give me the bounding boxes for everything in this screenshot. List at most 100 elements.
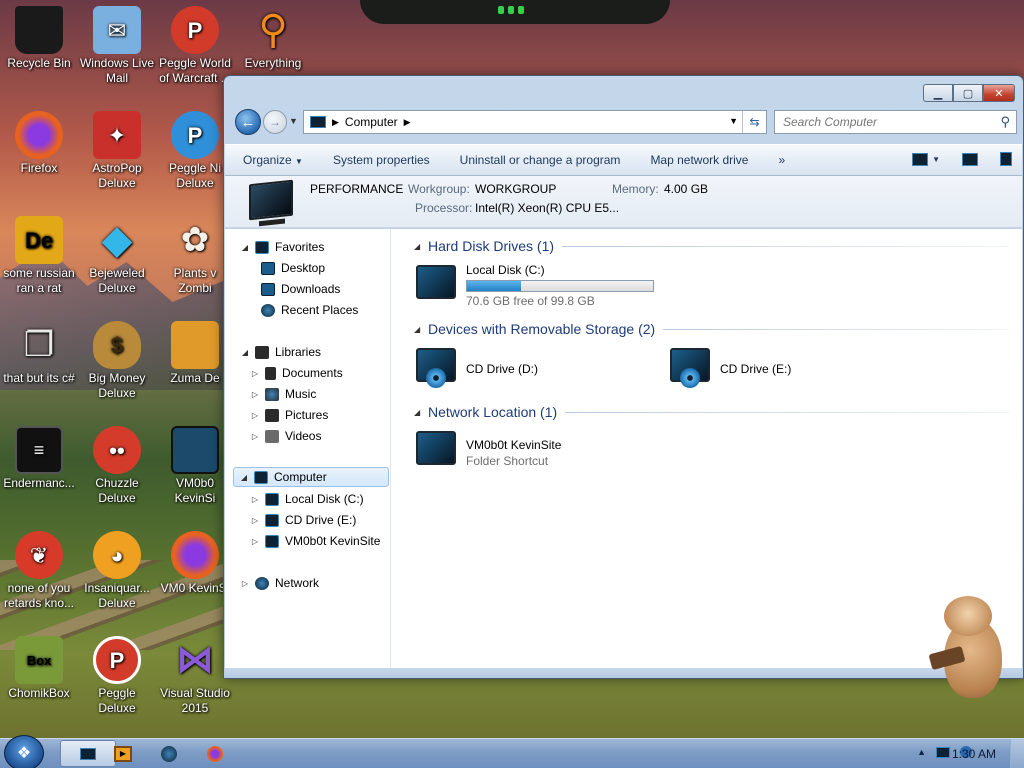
- desktop-icon-peggle-deluxe[interactable]: P Peggle Deluxe: [78, 632, 156, 716]
- nav-recent-places[interactable]: Recent Places: [261, 300, 358, 320]
- desktop-icon-firefox[interactable]: Firefox: [0, 107, 78, 176]
- collapsed-arrow-icon[interactable]: ▷: [251, 495, 259, 504]
- nav-pictures[interactable]: ▷ Pictures: [251, 405, 328, 425]
- address-dropdown-icon[interactable]: ▼: [729, 116, 738, 126]
- libraries-icon: [255, 345, 269, 359]
- desktop-icon-endermanc[interactable]: ≡ Endermanc...: [0, 422, 78, 491]
- collapsed-arrow-icon[interactable]: ▷: [251, 516, 259, 525]
- collapsed-arrow-icon[interactable]: ▷: [251, 537, 259, 546]
- desktop-icon-everything[interactable]: ⚲ Everything: [234, 2, 312, 71]
- change-view-icon[interactable]: [912, 152, 929, 166]
- nav-libraries[interactable]: ◢ Libraries: [241, 342, 321, 362]
- search-box[interactable]: ⚲: [774, 110, 1017, 134]
- expanded-arrow-icon[interactable]: ◢: [241, 348, 249, 357]
- desktop-icon-chomikbox[interactable]: Box ChomikBox: [0, 632, 78, 701]
- close-button[interactable]: ✕: [983, 84, 1015, 102]
- refresh-icon[interactable]: ⇆: [742, 111, 766, 133]
- desktop-icon-label: some russian ran a rat: [3, 266, 75, 295]
- monitor-tray-icon[interactable]: [936, 746, 950, 758]
- collapsed-arrow-icon[interactable]: ▷: [251, 390, 259, 399]
- minimize-button[interactable]: ▁: [923, 84, 953, 102]
- breadcrumb-separator-icon[interactable]: ▶: [404, 117, 411, 128]
- organize-button[interactable]: Organize ▼: [243, 153, 303, 167]
- preview-pane-icon[interactable]: [962, 152, 978, 166]
- desktop-icon-recycle-bin[interactable]: Recycle Bin: [0, 2, 78, 71]
- map-network-drive-button[interactable]: Map network drive: [650, 153, 748, 167]
- desktop-icon-windows-live-mail[interactable]: ✉ Windows Live Mail: [78, 2, 156, 86]
- expanded-arrow-icon[interactable]: ◢: [240, 473, 248, 482]
- desktop-icon-big-money[interactable]: $ Big Money Deluxe: [78, 317, 156, 401]
- organize-label: Organize: [243, 153, 292, 167]
- desktop-icon-peggle-wow[interactable]: P Peggle World of Warcraft ...: [156, 2, 234, 86]
- desktop-icon-label: ChomikBox: [8, 686, 70, 700]
- nav-local-disk[interactable]: ▷ Local Disk (C:): [251, 489, 364, 509]
- show-desktop-button[interactable]: [1010, 739, 1024, 768]
- workgroup-label: Workgroup:: [408, 182, 470, 196]
- collapsed-arrow-icon[interactable]: ▷: [241, 579, 249, 588]
- nav-downloads[interactable]: Downloads: [261, 279, 340, 299]
- chevron-down-icon[interactable]: ▼: [932, 155, 940, 164]
- group-title: Network Location (1): [428, 404, 558, 420]
- collapsed-arrow-icon[interactable]: ▷: [251, 432, 259, 441]
- address-bar[interactable]: ▶ Computer ▶ ▼ ⇆: [303, 110, 767, 134]
- search-input[interactable]: [783, 115, 983, 129]
- drive-cd-d[interactable]: CD Drive (D:): [414, 346, 538, 392]
- desktop-icon: [261, 261, 275, 275]
- start-button[interactable]: ❖: [4, 735, 44, 768]
- clock[interactable]: 1:30 AM: [952, 747, 996, 761]
- nav-computer[interactable]: ◢ Computer: [233, 467, 389, 487]
- expanded-arrow-icon[interactable]: ◢: [241, 243, 249, 252]
- taskbar-firefox-button[interactable]: [192, 740, 238, 767]
- more-commands-button[interactable]: »: [778, 153, 785, 167]
- taskbar-app-button[interactable]: [146, 740, 192, 767]
- nav-music[interactable]: ▷ Music: [251, 384, 316, 404]
- collapsed-arrow-icon[interactable]: ▷: [251, 411, 259, 420]
- nav-desktop[interactable]: Desktop: [261, 258, 325, 278]
- system-properties-button[interactable]: System properties: [333, 153, 430, 167]
- uninstall-program-button[interactable]: Uninstall or change a program: [460, 153, 621, 167]
- nav-network[interactable]: ▷ Network: [241, 573, 319, 593]
- dragon-icon: ❦: [15, 531, 63, 579]
- expanded-arrow-icon[interactable]: ◢: [414, 408, 428, 417]
- nav-favorites[interactable]: ◢ Favorites: [241, 237, 324, 257]
- recent-pages-dropdown[interactable]: ▼: [289, 116, 298, 126]
- nav-documents[interactable]: ▷ Documents: [251, 363, 343, 383]
- show-hidden-icons-button[interactable]: ▲: [917, 747, 926, 757]
- disk-usage-bar: [466, 280, 654, 292]
- back-button[interactable]: ←: [235, 109, 261, 135]
- group-removable-storage[interactable]: ◢ Devices with Removable Storage (2): [414, 321, 1009, 337]
- videos-icon: [265, 429, 279, 443]
- hamster-reading-gadget[interactable]: [928, 590, 1010, 715]
- desktop-icon-chuzzle[interactable]: •• Chuzzle Deluxe: [78, 422, 156, 506]
- favorites-icon: [255, 240, 269, 254]
- drive-cd-e[interactable]: CD Drive (E:): [668, 346, 791, 392]
- network-location-vm-kevinsite[interactable]: VM0b0t KevinSite Folder Shortcut: [414, 429, 561, 475]
- maximize-button[interactable]: ▢: [953, 84, 983, 102]
- nav-videos[interactable]: ▷ Videos: [251, 426, 322, 446]
- desktop-icon-insaniquarium[interactable]: ◕ Insaniquar... Deluxe: [78, 527, 156, 611]
- desktop-icon-astropop[interactable]: ✦ AstroPop Deluxe: [78, 107, 156, 191]
- drive-local-disk-c[interactable]: Local Disk (C:) 70.6 GB free of 99.8 GB: [414, 263, 654, 309]
- help-icon[interactable]: [1000, 152, 1012, 166]
- expanded-arrow-icon[interactable]: ◢: [414, 242, 428, 251]
- taskbar-media-player-button[interactable]: ▶: [100, 740, 146, 767]
- nav-label: Videos: [285, 429, 322, 443]
- recent-places-icon: [261, 303, 275, 317]
- local-disk-icon: [265, 492, 279, 506]
- cd-drive-icon: [668, 346, 714, 392]
- desktop-icon-none-of-you[interactable]: ❦ none of you retards kno...: [0, 527, 78, 611]
- nav-vm-kevinsite[interactable]: ▷ VM0b0t KevinSite: [251, 531, 380, 551]
- group-hard-disk-drives[interactable]: ◢ Hard Disk Drives (1): [414, 238, 1009, 254]
- nav-cd-drive[interactable]: ▷ CD Drive (E:): [251, 510, 356, 530]
- breadcrumb-computer[interactable]: Computer: [345, 115, 398, 129]
- desktop-icon-bejeweled[interactable]: ◆ Bejeweled Deluxe: [78, 212, 156, 296]
- forward-button[interactable]: →: [263, 110, 287, 134]
- group-network-location[interactable]: ◢ Network Location (1): [414, 404, 1009, 420]
- collapsed-arrow-icon[interactable]: ▷: [251, 369, 259, 378]
- expanded-arrow-icon[interactable]: ◢: [414, 325, 428, 334]
- desktop-icon-that-but-csharp[interactable]: ❐ that but its c#: [0, 317, 78, 386]
- search-icon[interactable]: ⚲: [1000, 114, 1010, 130]
- desktop-icon-label: none of you retards kno...: [3, 581, 75, 610]
- desktop-icon-russian-rat[interactable]: De some russian ran a rat: [0, 212, 78, 296]
- breadcrumb-separator-icon[interactable]: ▶: [332, 117, 339, 128]
